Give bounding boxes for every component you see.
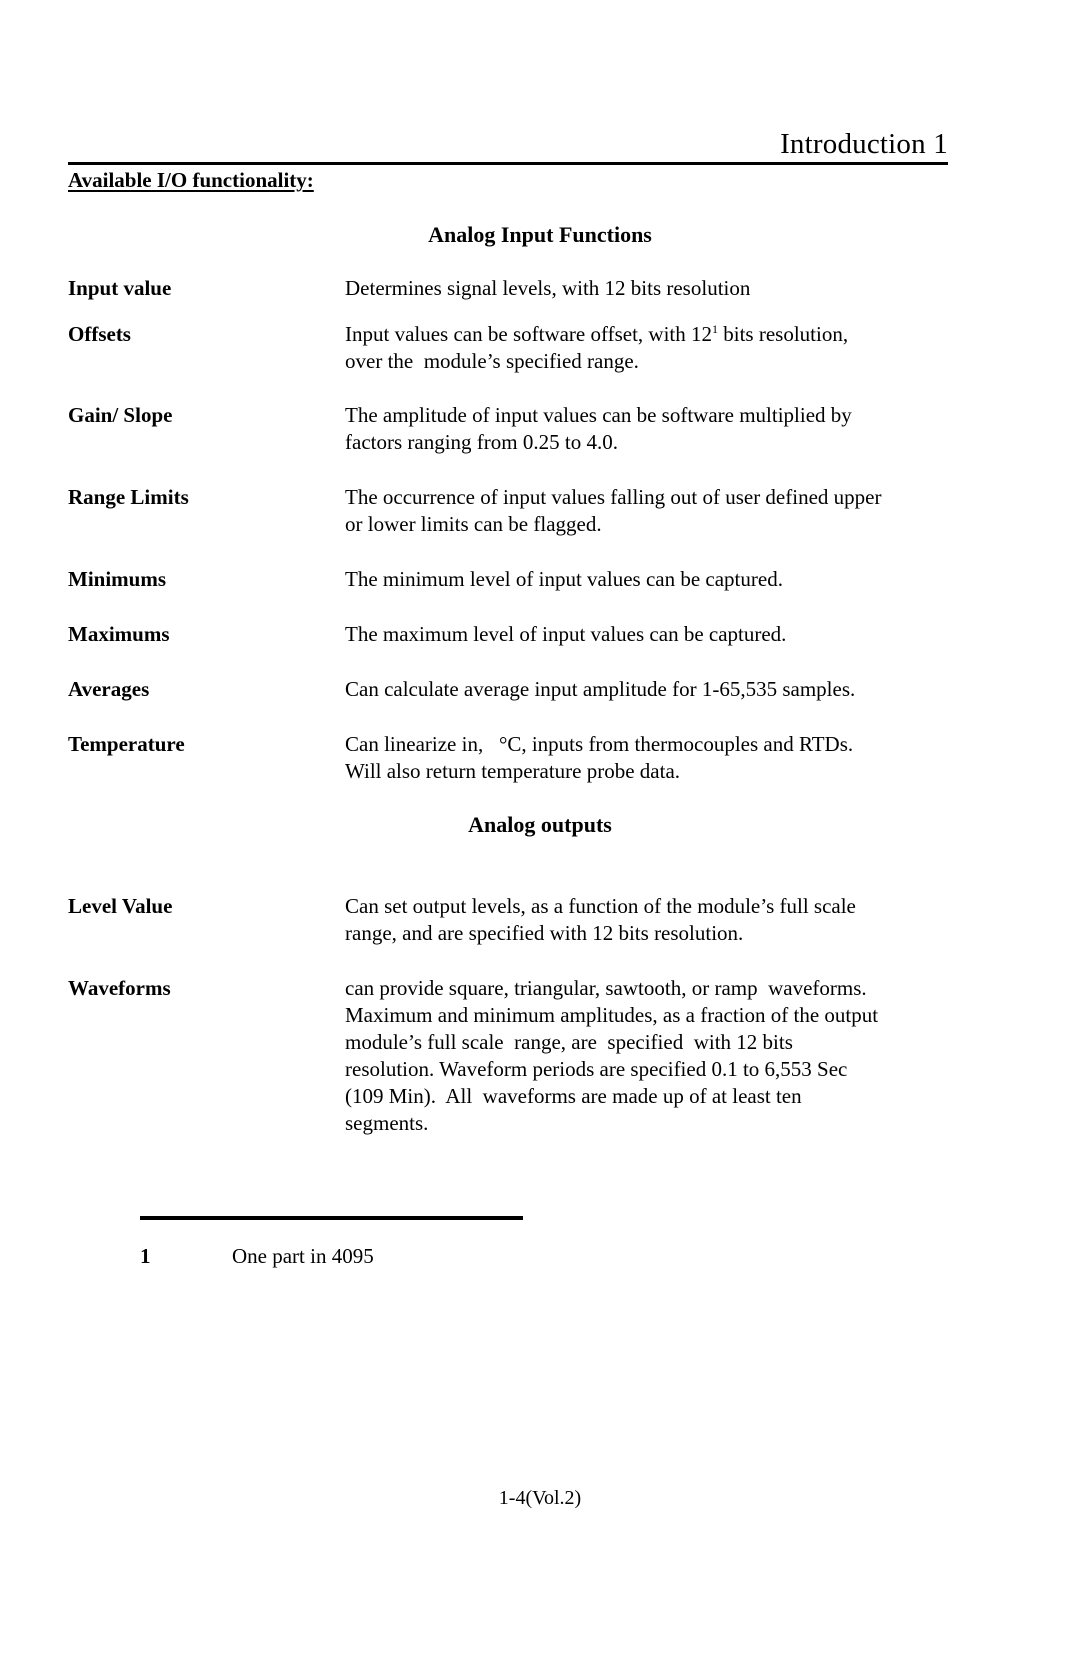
description-line: The minimum level of input values can be… xyxy=(345,567,783,591)
description-line: factors ranging from 0.25 to 4.0. xyxy=(345,430,618,454)
description-line: Can set output levels, as a function of … xyxy=(345,894,856,918)
description-line: The amplitude of input values can be sof… xyxy=(345,403,852,427)
running-header: Introduction 1 xyxy=(68,128,948,165)
description-input-value: Determines signal levels, with 12 bits r… xyxy=(345,275,960,302)
description-maximums: The maximum level of input values can be… xyxy=(345,621,960,648)
description-minimums: The minimum level of input values can be… xyxy=(345,566,960,593)
description-line: module’s full scale range, are specified… xyxy=(345,1030,793,1054)
section-heading: Available I/O functionality: xyxy=(68,168,314,192)
description-line: segments. xyxy=(345,1111,429,1135)
term-minimums: Minimums xyxy=(68,567,167,591)
description-line: Maximum and minimum amplitudes, as a fra… xyxy=(345,1003,879,1027)
description-line: Determines signal levels, with 12 bits r… xyxy=(345,276,751,300)
term-offsets: Offsets xyxy=(68,322,131,346)
header-rule xyxy=(68,162,948,165)
term-level-value: Level Value xyxy=(68,894,173,918)
group-heading-analog-input: Analog Input Functions xyxy=(428,222,652,247)
header-title: Introduction 1 xyxy=(780,128,948,160)
description-temperature: Can linearize in, °C, inputs from thermo… xyxy=(345,731,960,785)
document-page: Introduction 1 Available I/O functionali… xyxy=(0,0,1080,1669)
term-maximums: Maximums xyxy=(68,622,170,646)
description-line: The occurrence of input values falling o… xyxy=(345,485,882,509)
footnote-text: One part in 4095 xyxy=(232,1244,374,1268)
description-line: or lower limits can be flagged. xyxy=(345,512,602,536)
description-line: resolution. Waveform periods are specifi… xyxy=(345,1057,848,1081)
description-offsets: Input values can be software offset, wit… xyxy=(345,321,960,375)
description-line: Input values can be software offset, wit… xyxy=(345,321,960,348)
term-gain-slope: Gain/ Slope xyxy=(68,403,173,427)
description-gain-slope: The amplitude of input values can be sof… xyxy=(345,402,960,456)
description-line: Can calculate average input amplitude fo… xyxy=(345,677,856,701)
description-range-limits: The occurrence of input values falling o… xyxy=(345,484,960,538)
description-line: Will also return temperature probe data. xyxy=(345,759,681,783)
footnote-marker: 1 xyxy=(140,1244,151,1268)
description-line: Can linearize in, °C, inputs from thermo… xyxy=(345,732,854,756)
description-line: can provide square, triangular, sawtooth… xyxy=(345,976,867,1000)
term-waveforms: Waveforms xyxy=(68,976,171,1000)
term-input-value: Input value xyxy=(68,276,172,300)
page-footer: 1-4(Vol.2) xyxy=(498,1487,582,1509)
term-range-limits: Range Limits xyxy=(68,485,189,509)
description-line: over the module’s specified range. xyxy=(345,349,639,373)
description-waveforms: can provide square, triangular, sawtooth… xyxy=(345,975,960,1137)
term-temperature: Temperature xyxy=(68,732,185,756)
group-heading-analog-outputs: Analog outputs xyxy=(468,812,612,837)
description-line: (109 Min). All waveforms are made up of … xyxy=(345,1084,802,1108)
description-averages: Can calculate average input amplitude fo… xyxy=(345,676,960,703)
description-line: range, and are specified with 12 bits re… xyxy=(345,921,744,945)
footnote: 1 One part in 4095 xyxy=(140,1243,760,1269)
footnote-separator xyxy=(140,1216,523,1220)
description-text-a: Input values can be software offset, wit… xyxy=(345,322,713,346)
description-text-b: bits resolution, xyxy=(718,322,849,346)
description-line: The maximum level of input values can be… xyxy=(345,622,787,646)
description-level-value: Can set output levels, as a function of … xyxy=(345,893,960,947)
term-averages: Averages xyxy=(68,677,150,701)
